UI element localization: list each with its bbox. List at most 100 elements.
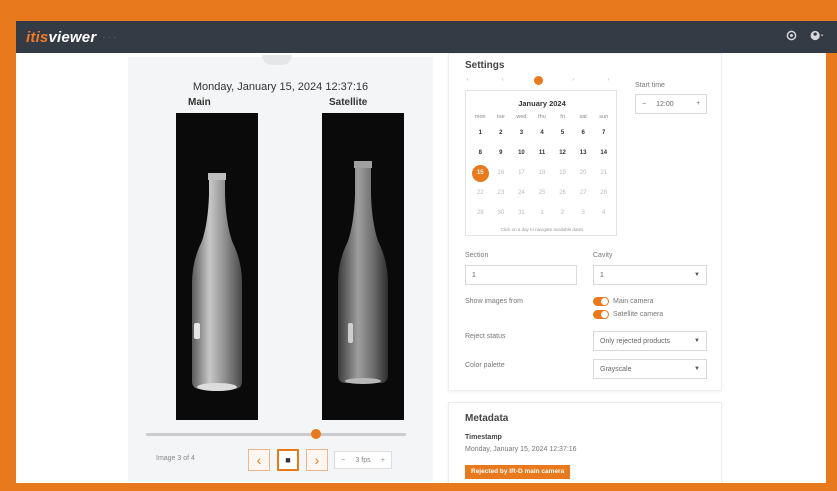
calendar-day[interactable]: 7 [593, 123, 614, 143]
fps-value: 3 fps [355, 456, 371, 464]
next-image-button[interactable]: › [306, 449, 328, 471]
logo-subtitle: · · · [102, 32, 117, 42]
metadata-timestamp-value: Monday, January 15, 2024 12:37:16 [465, 446, 577, 453]
satellite-camera-toggle[interactable] [593, 310, 609, 319]
page-indicator: Image 3 of 4 [156, 455, 195, 462]
calendar-day[interactable]: 28 [593, 183, 614, 203]
time-increment[interactable]: + [696, 101, 700, 107]
calendar-day[interactable]: 16 [491, 163, 512, 183]
calendar-day[interactable]: 27 [573, 183, 594, 203]
calendar-month: January 2024 [518, 99, 566, 108]
time-decrement[interactable]: − [642, 101, 646, 108]
calendar-day[interactable]: 21 [593, 163, 614, 183]
logo-brand: itis [26, 28, 49, 46]
calendar-day[interactable]: 5 [552, 123, 573, 143]
calendar-day[interactable]: 19 [552, 163, 573, 183]
start-time-label: Start time [635, 82, 665, 89]
user-icon[interactable] [809, 30, 825, 44]
settings-panel: Settings ‹ ‹ › › January 2024 mon tue wed t… [448, 53, 722, 391]
stop-button[interactable]: ■ [277, 449, 299, 471]
step-back-far[interactable]: ‹ [463, 76, 472, 85]
satellite-camera-label: Satellite camera [613, 311, 664, 318]
header-actions [786, 30, 825, 44]
cavity-value: 1 [600, 271, 604, 279]
step-forward-far[interactable]: › [604, 76, 613, 85]
section-label: Section [465, 252, 489, 259]
calendar-day-number: 15 [471, 165, 489, 182]
timeline-slider-track[interactable] [146, 433, 406, 436]
calendar-day[interactable]: 2 [491, 123, 512, 143]
calendar-weekday: thu [538, 114, 546, 120]
chevron-down-icon: ▼ [694, 338, 700, 344]
main-camera-toggle[interactable] [593, 297, 609, 306]
main-camera-image[interactable] [176, 113, 258, 420]
reject-status-value: Only rejected products [600, 337, 671, 345]
step-current[interactable] [533, 76, 543, 85]
calendar-day[interactable]: 22 [470, 183, 491, 203]
calendar-day[interactable]: 30 [491, 203, 512, 223]
timeline-slider-thumb[interactable] [311, 429, 321, 439]
section-input[interactable]: 1 [465, 265, 577, 285]
color-palette-value: Grayscale [600, 365, 632, 373]
settings-icon[interactable] [786, 30, 797, 44]
main-image-label: Main [188, 97, 211, 108]
app-logo: itisviewer [26, 29, 96, 46]
reject-status-label: Reject status [465, 333, 506, 340]
calendar-day[interactable]: 31 [511, 203, 532, 223]
calendar-day[interactable]: 26 [552, 183, 573, 203]
reject-status-select[interactable]: Only rejected products ▼ [593, 331, 707, 351]
fps-increment-button[interactable]: + [381, 457, 385, 464]
metadata-timestamp-label: Timestamp [465, 434, 502, 441]
calendar-weekday: mon [474, 114, 486, 120]
calendar-weekday: tue [497, 114, 505, 120]
calendar-day[interactable]: 4 [532, 123, 553, 143]
fps-stepper[interactable]: − 3 fps + [334, 451, 392, 469]
calendar-weekday: fri [560, 114, 565, 120]
satellite-camera-image[interactable] [322, 113, 404, 420]
calendar-grid: mon tue wed thu fri sat sun 1 2 3 4 5 6 7 8 9 10 11 12 13 14… [470, 111, 614, 223]
calendar-day[interactable]: 3 [573, 203, 594, 223]
fps-decrement-button[interactable]: − [341, 457, 345, 464]
calendar-day[interactable]: 8 [470, 143, 491, 163]
cavity-label: Cavity [593, 252, 613, 259]
calendar-day[interactable]: 3 [511, 123, 532, 143]
calendar-weekday: wed [516, 114, 527, 120]
calendar-day[interactable]: 24 [511, 183, 532, 203]
settings-title: Settings [465, 60, 505, 71]
step-back[interactable]: ‹ [498, 76, 507, 85]
calendar-day[interactable]: 11 [532, 143, 553, 163]
calendar-day[interactable]: 6 [573, 123, 594, 143]
calendar-day[interactable]: 20 [573, 163, 594, 183]
calendar-day[interactable]: 18 [532, 163, 553, 183]
calendar-day[interactable]: 29 [470, 203, 491, 223]
logo-app-name: viewer [48, 28, 97, 46]
step-forward[interactable]: › [569, 76, 578, 85]
image-viewer: Monday, January 15, 2024 12:37:16 Main S… [128, 55, 433, 481]
calendar-day[interactable]: 1 [532, 203, 553, 223]
calendar-day[interactable]: 2 [552, 203, 573, 223]
calendar-day[interactable]: 4 [593, 203, 614, 223]
viewer-timestamp: Monday, January 15, 2024 12:37:16 [192, 81, 369, 93]
calendar-day[interactable]: 9 [491, 143, 512, 163]
start-time-value: 12:00 [656, 100, 674, 108]
calendar-day[interactable]: 14 [593, 143, 614, 163]
viewer-handle [262, 55, 292, 65]
start-time-input[interactable]: − 12:00 + [635, 94, 707, 114]
main-camera-label: Main camera [613, 298, 654, 305]
calendar-day[interactable]: 10 [511, 143, 532, 163]
chevron-down-icon: ▼ [694, 272, 700, 278]
calendar-day-selected[interactable]: 15 [470, 163, 491, 183]
calendar-day[interactable]: 17 [511, 163, 532, 183]
cavity-select[interactable]: 1 ▼ [593, 265, 707, 285]
color-palette-select[interactable]: Grayscale ▼ [593, 359, 707, 379]
calendar-day[interactable]: 23 [491, 183, 512, 203]
metadata-panel: Metadata Timestamp Monday, January 15, 2… [448, 402, 722, 483]
chevron-down-icon: ▼ [694, 366, 700, 372]
previous-image-button[interactable]: ‹ [248, 449, 270, 471]
calendar-day[interactable]: 1 [470, 123, 491, 143]
calendar-footer: Click on a day to navigate available dat… [500, 227, 584, 232]
calendar-day[interactable]: 25 [532, 183, 553, 203]
reject-badge: Rejected by IR-D main camera [465, 465, 571, 479]
calendar-day[interactable]: 12 [552, 143, 573, 163]
calendar-day[interactable]: 13 [573, 143, 594, 163]
